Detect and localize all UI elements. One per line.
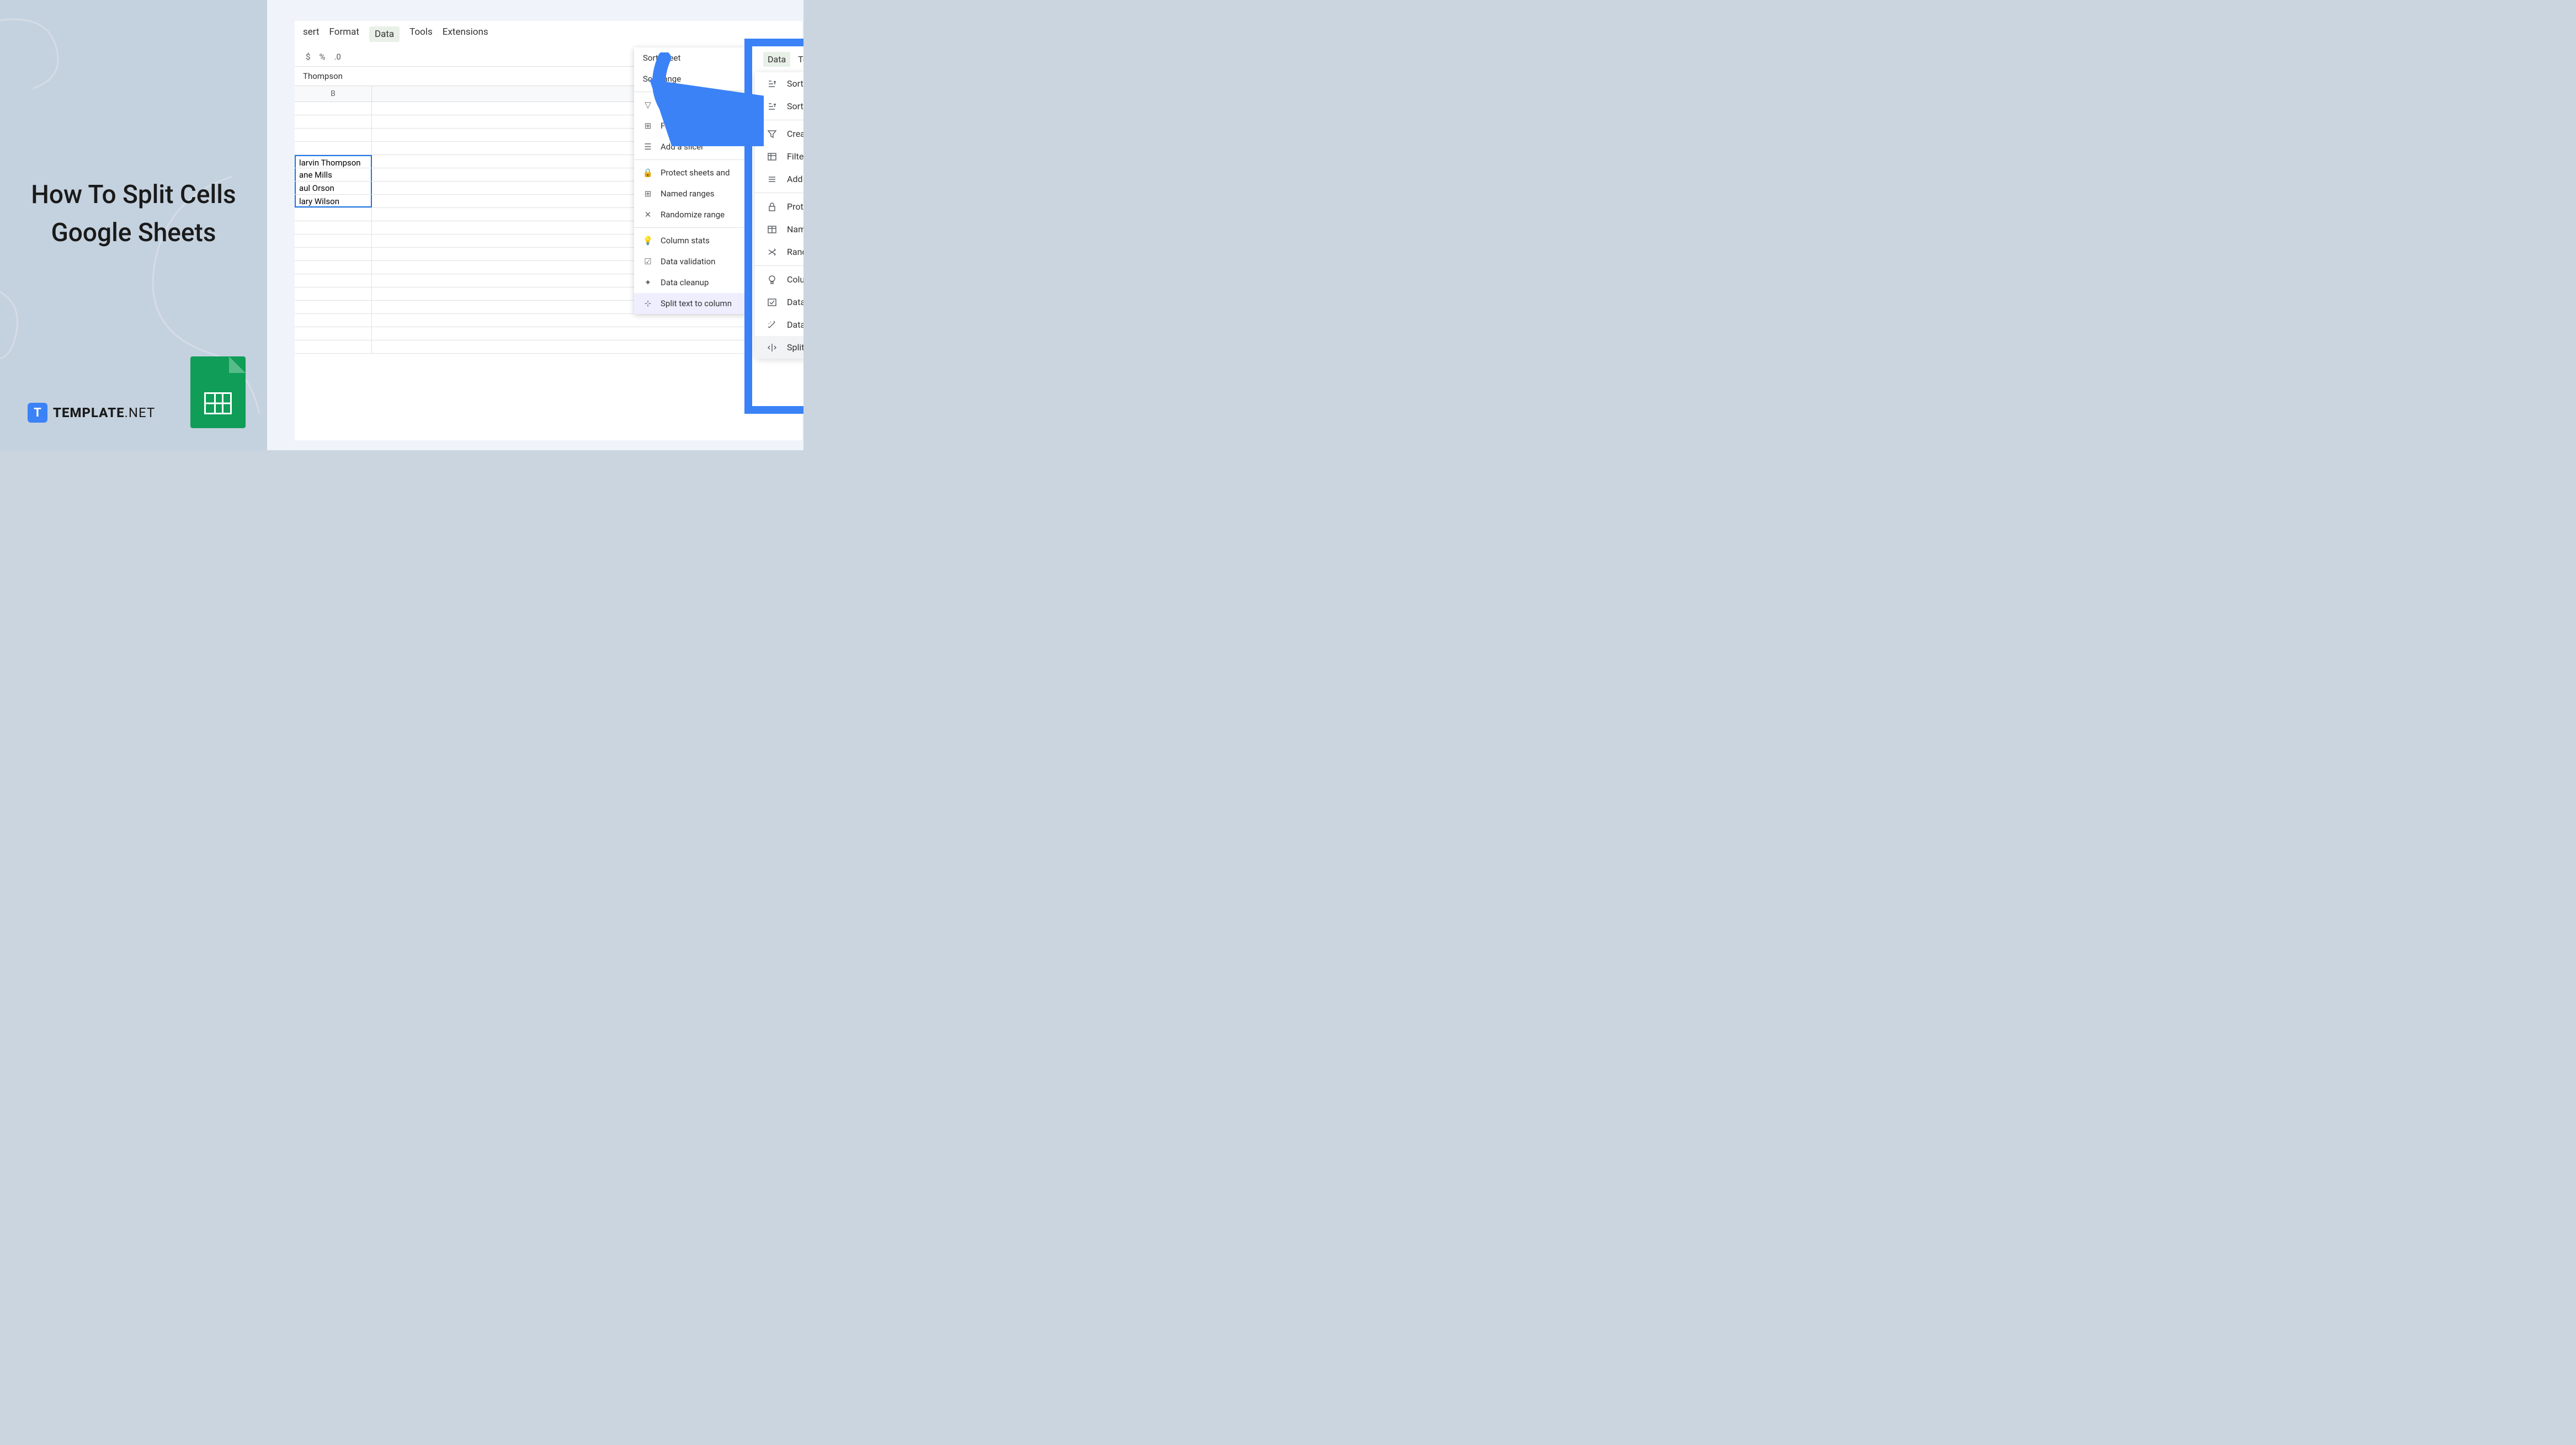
menu-add-slicer[interactable]: Add a slicer New — [755, 168, 803, 190]
wand-icon — [767, 320, 777, 330]
menu-data-validation[interactable]: ☑Data validation — [634, 251, 747, 272]
menu-column-stats[interactable]: Column stats — [755, 268, 803, 291]
menu-split-text[interactable]: ⊹Split text to column — [634, 293, 747, 314]
menu-separator — [634, 227, 747, 228]
cell[interactable] — [295, 327, 372, 340]
google-sheets-icon — [190, 356, 246, 428]
menu-data[interactable]: Data — [763, 52, 790, 67]
named-icon — [767, 225, 777, 234]
cell[interactable]: ane Mills — [295, 168, 372, 181]
menu-randomize[interactable]: Randomize range — [755, 241, 803, 263]
menu-named-ranges[interactable]: ⊞Named ranges — [634, 183, 747, 204]
logo-text: TEMPLATE.NET — [53, 405, 155, 420]
cell[interactable] — [295, 340, 372, 353]
cell[interactable] — [295, 274, 372, 287]
cell[interactable] — [295, 102, 372, 115]
named-icon: ⊞ — [643, 189, 653, 199]
sort-icon — [767, 79, 777, 89]
menu-data-cleanup[interactable]: ✦Data cleanup — [634, 272, 747, 293]
menu-format[interactable]: Format — [329, 26, 359, 42]
menu-randomize[interactable]: ✕Randomize range — [634, 204, 747, 225]
template-logo: T TEMPLATE.NET — [28, 403, 155, 423]
menu-insert[interactable]: sert — [303, 26, 320, 42]
split-icon: ⊹ — [643, 298, 653, 308]
menu-split-text[interactable]: Split text to columns — [755, 336, 803, 359]
slicer-icon — [767, 174, 777, 184]
lock-icon: 🔒 — [643, 168, 653, 178]
menubar-background: sert Format Data Tools Extensions — [295, 21, 802, 47]
shuffle-icon: ✕ — [643, 210, 653, 220]
cell[interactable] — [295, 115, 372, 128]
percent-button[interactable]: % — [319, 52, 325, 62]
menu-column-stats[interactable]: 💡Column stats — [634, 230, 747, 251]
cell[interactable]: aul Orson — [295, 182, 372, 194]
validation-icon: ☑ — [643, 257, 653, 266]
menu-tools[interactable]: Tools — [409, 26, 433, 42]
cell[interactable] — [295, 234, 372, 247]
menu-extensions[interactable]: Extensions — [443, 26, 488, 42]
menu-data[interactable]: Data — [369, 26, 400, 42]
decimal-button[interactable]: .0 — [334, 52, 340, 62]
menu-separator — [634, 159, 747, 160]
cell[interactable] — [295, 129, 372, 141]
menu-named-ranges[interactable]: Named ranges — [755, 218, 803, 241]
cell[interactable] — [295, 221, 372, 234]
cell[interactable]: lary Wilson — [295, 195, 372, 207]
bulb-icon: 💡 — [643, 236, 653, 246]
split-icon — [767, 343, 777, 353]
shuffle-icon — [767, 247, 777, 257]
logo-badge: T — [28, 403, 47, 423]
filter-views-icon — [767, 152, 777, 162]
cell[interactable] — [295, 142, 372, 154]
cell[interactable] — [295, 261, 372, 274]
cell[interactable] — [295, 287, 372, 300]
menu-tools[interactable]: Tools — [798, 54, 803, 65]
arrow-icon — [642, 52, 764, 146]
wand-icon: ✦ — [643, 278, 653, 287]
currency-button[interactable]: $ — [306, 52, 310, 62]
cell[interactable] — [295, 248, 372, 260]
filter-icon — [767, 129, 777, 139]
left-panel: How To Split Cells Google Sheets T TEMPL… — [0, 0, 267, 450]
lock-icon — [767, 202, 777, 212]
validation-icon — [767, 297, 777, 307]
col-header-b[interactable]: B — [295, 86, 372, 102]
menu-data-validation[interactable]: Data validation — [755, 291, 803, 313]
menu-protect[interactable]: 🔒Protect sheets and — [634, 162, 747, 183]
bulb-icon — [767, 275, 777, 285]
sort-icon — [767, 102, 777, 111]
page-title: How To Split Cells Google Sheets — [0, 176, 267, 252]
menu-filter-views[interactable]: Filter views ▶ — [755, 145, 803, 168]
right-panel: sert Format Data Tools Extensions $ % .0… — [267, 0, 803, 450]
menu-separator — [755, 265, 803, 266]
cell[interactable] — [295, 301, 372, 313]
cell[interactable] — [295, 314, 372, 327]
menu-protect[interactable]: Protect sheets and ranges — [755, 195, 803, 218]
cell[interactable]: larvin Thompson — [295, 155, 372, 168]
cell[interactable] — [295, 208, 372, 221]
menu-data-cleanup[interactable]: Data cleanup ▶ — [755, 313, 803, 336]
